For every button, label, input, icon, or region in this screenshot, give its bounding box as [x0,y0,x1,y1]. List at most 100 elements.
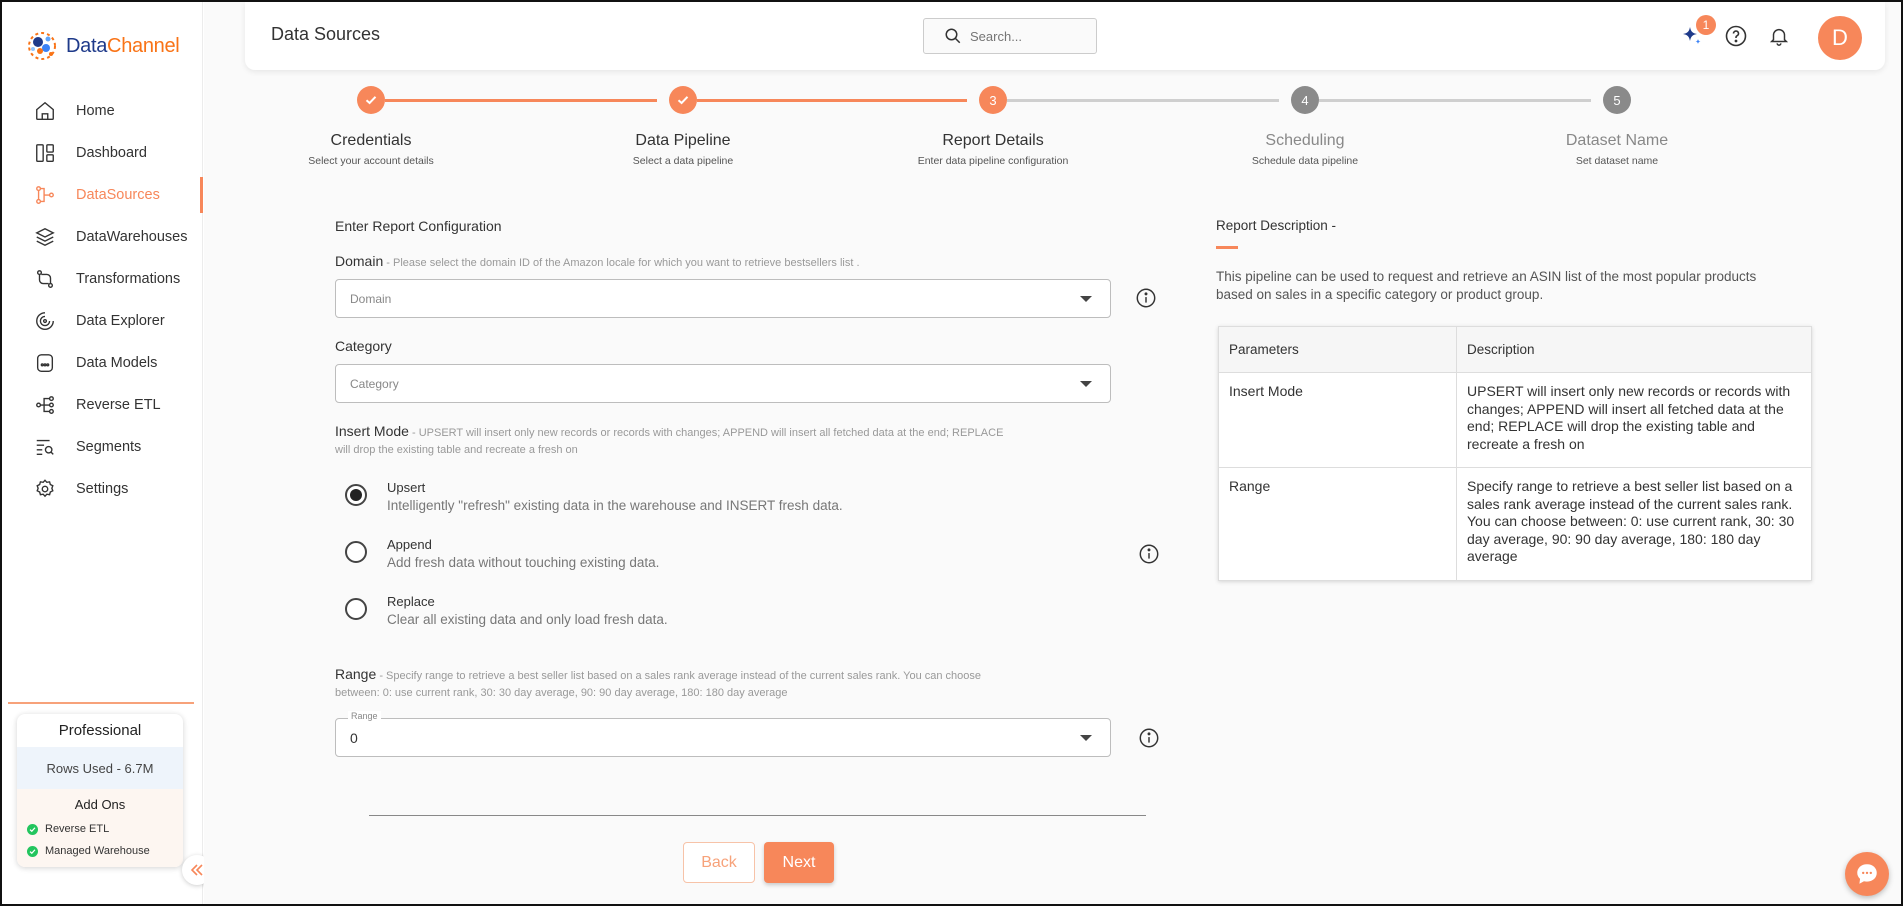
step-2-marker[interactable] [669,86,697,114]
chat-bubble-icon [1857,864,1877,884]
caret-down-icon [1080,381,1092,387]
sidebar-divider [8,702,194,704]
insert-mode-help: - UPSERT will insert only new records or… [408,427,1004,439]
range-float-label: Range [348,711,381,721]
title-underline [1216,246,1238,249]
range-select[interactable]: 0 [335,718,1111,757]
step-subtitle: Select your account details [308,155,434,167]
domain-select[interactable]: Domain [335,279,1111,318]
column-header: Parameters [1218,326,1457,373]
radio-button-selected[interactable] [345,484,367,506]
info-icon[interactable] [1138,727,1160,749]
top-header: Data Sources 1 D [245,2,1885,70]
radio-title: Append [387,537,432,552]
sidebar-item-label: Data Models [76,355,158,371]
step-4-marker: 4 [1291,86,1319,114]
addon-label: Managed Warehouse [45,845,150,857]
table-header-row: Parameters Description [1218,326,1812,373]
double-chevron-left-icon [190,864,203,876]
bell-icon [1769,28,1789,46]
search-icon [945,28,961,44]
sidebar-item-dashboard[interactable]: Dashboard [2,132,203,174]
step-connector [1319,99,1591,102]
sidebar-item-label: Segments [76,439,142,455]
sidebar-item-transformations[interactable]: Transformations [2,258,203,300]
user-avatar[interactable]: D [1818,16,1862,60]
step-title: Credentials [330,132,412,149]
brand-logo[interactable]: DataChannel [24,28,180,64]
sidebar-item-data-explorer[interactable]: Data Explorer [2,300,203,342]
notification-count-badge: 1 [1696,15,1716,35]
table-cell: Specify range to retrieve a best seller … [1456,467,1812,581]
step-subtitle: Set dataset name [1575,155,1659,167]
transformations-icon [36,270,54,288]
help-button[interactable] [1722,22,1750,50]
domain-placeholder: Domain [350,291,392,306]
search-box[interactable] [923,18,1097,54]
radio-button[interactable] [345,541,367,563]
chat-support-button[interactable] [1845,852,1889,896]
sidebar-item-home[interactable]: Home [2,90,203,132]
radio-button[interactable] [345,598,367,620]
plan-name: Professional [58,722,142,739]
range-help-cont: between: 0: use current rank, 30: 30 day… [335,687,788,699]
step-title: Data Pipeline [635,132,731,149]
addon-label: Reverse ETL [45,823,110,835]
domain-help: - Please select the domain ID of the Ama… [383,257,860,269]
check-icon [677,96,689,105]
form-divider [369,815,1146,816]
range-value: 0 [350,729,358,746]
sidebar-item-label: Settings [76,481,129,497]
datawarehouses-icon [35,227,55,247]
sidebar-item-data-models[interactable]: Data Models [2,342,203,384]
search-input[interactable] [970,28,1080,44]
insert-mode-label: Insert Mode - UPSERT will insert only ne… [335,423,1004,439]
step-1-marker[interactable] [357,86,385,114]
domain-label: Domain - Please select the domain ID of … [335,253,860,269]
step-connector [1007,99,1279,102]
step-title: Report Details [942,132,1044,149]
report-description-title: Report Description - [1216,218,1337,233]
help-icon [1725,25,1747,47]
radio-option-append[interactable]: Append Add fresh data without touching e… [345,537,659,570]
radio-option-upsert[interactable]: Upsert Intelligently "refresh" existing … [345,480,843,513]
check-circle-icon [27,845,38,857]
radio-desc: Intelligently "refresh" existing data in… [387,498,843,513]
sidebar-item-label: Reverse ETL [76,397,161,413]
column-header: Description [1456,326,1812,373]
sidebar-item-label: DataWarehouses [76,229,188,245]
segments-icon [36,439,54,456]
step-title: Scheduling [1265,132,1345,149]
data-models-icon [36,354,54,372]
step-subtitle: Enter data pipeline configuration [917,155,1069,167]
notifications-button[interactable] [1765,22,1793,50]
sidebar-item-label: Data Explorer [76,313,165,329]
category-select[interactable]: Category [335,364,1111,403]
parameters-table: Parameters Description Insert Mode UPSER… [1218,326,1812,581]
sidebar-item-datasources[interactable]: DataSources [2,174,203,216]
page-title: Data Sources [271,24,381,44]
home-icon [36,101,54,120]
back-button[interactable]: Back [683,842,755,883]
sidebar-item-settings[interactable]: Settings [2,468,203,510]
sidebar-item-reverse-etl[interactable]: Reverse ETL [2,384,203,426]
sidebar-item-segments[interactable]: Segments [2,426,203,468]
info-icon[interactable] [1138,543,1160,565]
addons-section: Add Ons Reverse ETL Managed Warehouse [17,789,183,867]
sidebar-item-label: Dashboard [76,145,147,161]
sidebar-item-datawarehouses[interactable]: DataWarehouses [2,216,203,258]
dashboard-icon [36,144,54,162]
radio-option-replace[interactable]: Replace Clear all existing data and only… [345,594,668,627]
datasources-icon [36,186,54,204]
wizard-stepper: 3 4 5 Credentials Select your account de… [245,70,1885,180]
caret-down-icon [1080,735,1092,741]
brand-name: DataChannel [66,34,180,57]
sidebar-nav: Home Dashboard DataSources DataWarehouse… [2,90,203,510]
table-row: Insert Mode UPSERT will insert only new … [1218,372,1812,468]
table-cell: UPSERT will insert only new records or r… [1456,372,1812,468]
check-circle-icon [27,823,38,835]
table-cell: Range [1218,467,1457,581]
sidebar-item-label: Transformations [76,271,181,287]
next-button[interactable]: Next [764,842,834,883]
info-icon[interactable] [1135,287,1157,309]
